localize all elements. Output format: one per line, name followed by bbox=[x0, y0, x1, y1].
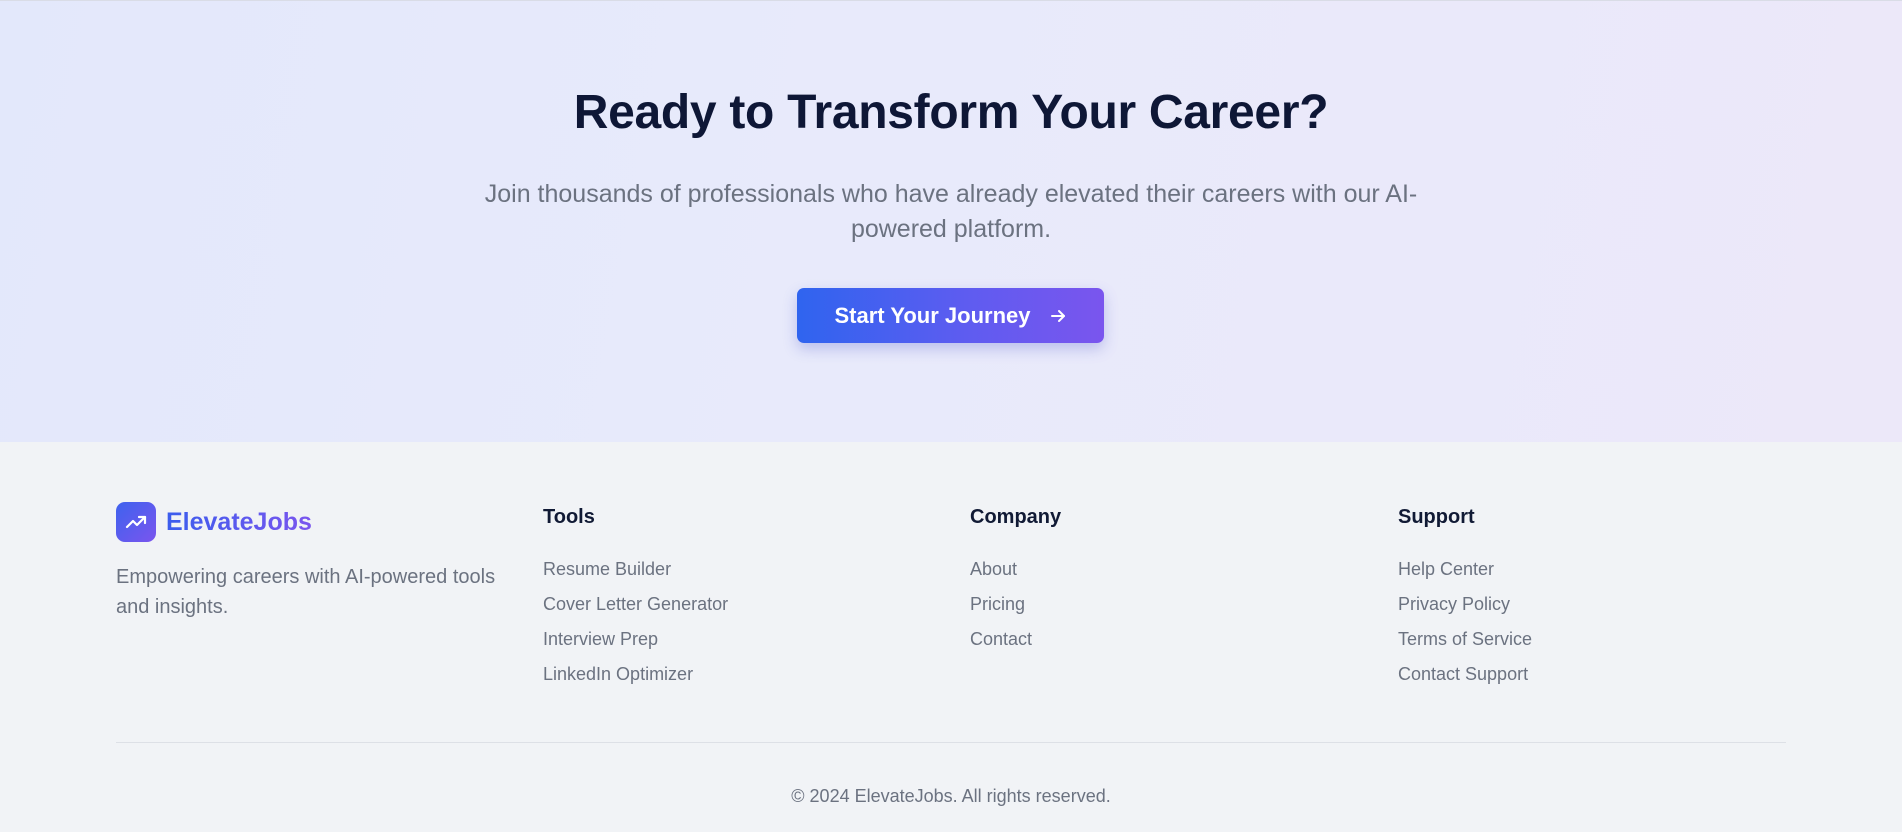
copyright-text: © 2024 ElevateJobs. All rights reserved. bbox=[791, 786, 1111, 806]
start-journey-button[interactable]: Start Your Journey bbox=[797, 288, 1104, 343]
footer-divider bbox=[116, 742, 1786, 743]
brand-name: ElevateJobs bbox=[166, 507, 312, 536]
footer-column-support: Support Help Center Privacy Policy Terms… bbox=[1398, 506, 1532, 692]
site-footer: ElevateJobs Empowering careers with AI-p… bbox=[0, 442, 1902, 832]
cta-title: Ready to Transform Your Career? bbox=[573, 86, 1329, 139]
footer-link-interview-prep[interactable]: Interview Prep bbox=[543, 622, 728, 657]
footer-column-company: Company About Pricing Contact bbox=[970, 506, 1061, 657]
footer-link-help-center[interactable]: Help Center bbox=[1398, 552, 1532, 587]
footer-link-contact-support[interactable]: Contact Support bbox=[1398, 657, 1532, 692]
brand-tagline: Empowering careers with AI-powered tools… bbox=[116, 566, 496, 618]
footer-link-cover-letter-generator[interactable]: Cover Letter Generator bbox=[543, 587, 728, 622]
footer-link-resume-builder[interactable]: Resume Builder bbox=[543, 552, 728, 587]
footer-heading-company: Company bbox=[970, 506, 1062, 528]
footer-link-linkedin-optimizer[interactable]: LinkedIn Optimizer bbox=[543, 657, 728, 692]
footer-link-pricing[interactable]: Pricing bbox=[970, 587, 1061, 622]
footer-link-contact[interactable]: Contact bbox=[970, 622, 1061, 657]
footer-link-privacy-policy[interactable]: Privacy Policy bbox=[1398, 587, 1532, 622]
trending-up-icon bbox=[116, 502, 156, 542]
cta-section: Ready to Transform Your Career? Join tho… bbox=[0, 0, 1902, 442]
brand-logo-link[interactable]: ElevateJobs bbox=[116, 502, 312, 542]
cta-subtitle: Join thousands of professionals who have… bbox=[484, 180, 1418, 243]
footer-link-about[interactable]: About bbox=[970, 552, 1061, 587]
footer-heading-support: Support bbox=[1398, 506, 1475, 528]
footer-column-tools: Tools Resume Builder Cover Letter Genera… bbox=[543, 506, 728, 692]
arrow-right-icon bbox=[1049, 307, 1067, 325]
footer-link-terms-of-service[interactable]: Terms of Service bbox=[1398, 622, 1532, 657]
start-journey-label: Start Your Journey bbox=[834, 302, 1031, 328]
footer-heading-tools: Tools bbox=[543, 506, 595, 528]
